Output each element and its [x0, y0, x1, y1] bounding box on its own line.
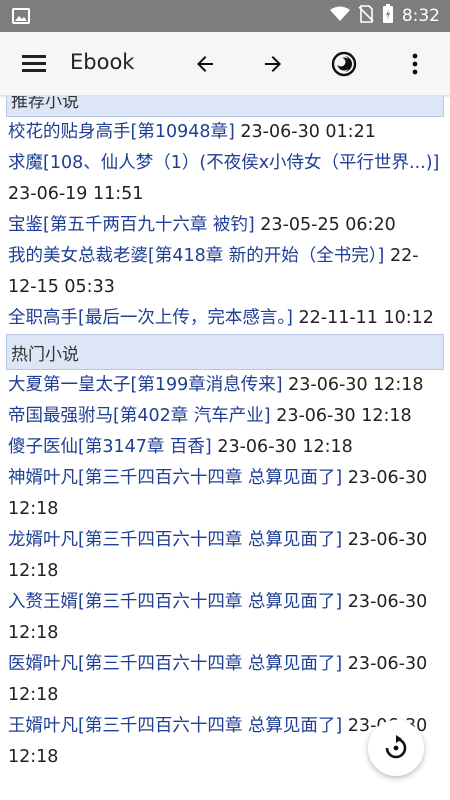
- update-time: 22-11-11 10:12: [298, 308, 434, 328]
- hamburger-icon[interactable]: [22, 53, 48, 75]
- book-title-link[interactable]: 宝鉴: [8, 215, 43, 235]
- battery-icon: [382, 4, 394, 28]
- list-item: 医婿叶凡[第三千四百六十四章 总算见面了] 23-06-30 12:18: [0, 649, 450, 711]
- list-item: 傻子医仙[第3147章 百香] 23-06-30 12:18: [0, 432, 450, 463]
- arrow-left-icon: [197, 56, 213, 72]
- book-title-link[interactable]: 全职高手: [8, 308, 78, 328]
- update-time: 23-06-30 01:21: [240, 122, 376, 142]
- back-button[interactable]: [189, 48, 221, 80]
- more-options-button[interactable]: [399, 48, 431, 80]
- list-item: 求魔[108、仙人梦（1）(不夜侯x小侍女（平行世界...)] 23-06-19…: [0, 148, 450, 210]
- status-time: 8:32: [401, 6, 440, 26]
- book-title-link[interactable]: 入赘王婿: [8, 592, 78, 612]
- list-item: 大夏第一皇太子[第199章消息传来] 23-06-30 12:18: [0, 370, 450, 401]
- app-title: Ebook: [70, 50, 135, 74]
- chapter-link[interactable]: [第三千四百六十四章 总算见面了]: [78, 530, 342, 550]
- status-bar: 8:32: [0, 0, 450, 32]
- update-time: 23-05-25 06:20: [260, 215, 396, 235]
- night-mode-icon: [331, 51, 357, 77]
- list-item: 校花的贴身高手[第10948章] 23-06-30 01:21: [0, 117, 450, 148]
- chapter-link[interactable]: [第402章 汽车产业]: [113, 406, 271, 426]
- more-vert-icon: [412, 53, 418, 75]
- chapter-link[interactable]: [第418章 新的开始（全书完）]: [148, 246, 384, 266]
- list-item: 神婿叶凡[第三千四百六十四章 总算见面了] 23-06-30 12:18: [0, 463, 450, 525]
- app-bar: Ebook: [0, 32, 450, 96]
- list-item: 龙婿叶凡[第三千四百六十四章 总算见面了] 23-06-30 12:18: [0, 525, 450, 587]
- chapter-link[interactable]: [第三千四百六十四章 总算见面了]: [78, 468, 342, 488]
- chapter-link[interactable]: [第五千两百九十六章 被钓]: [43, 215, 255, 235]
- no-sim-icon: [358, 5, 374, 27]
- refresh-fab[interactable]: [368, 720, 424, 776]
- chapter-link[interactable]: [第三千四百六十四章 总算见面了]: [78, 654, 342, 674]
- arrow-right-icon: [265, 56, 281, 72]
- update-time: 23-06-19 11:51: [8, 184, 144, 204]
- list-item: 宝鉴[第五千两百九十六章 被钓] 23-05-25 06:20: [0, 210, 450, 241]
- refresh-icon: [385, 735, 407, 759]
- update-time: 23-06-30 12:18: [288, 375, 424, 395]
- list-item: 我的美女总裁老婆[第418章 新的开始（全书完）] 22-12-15 05:33: [0, 241, 450, 303]
- book-title-link[interactable]: 医婿叶凡: [8, 654, 78, 674]
- picture-notification-icon: [12, 8, 30, 28]
- chapter-link[interactable]: [108、仙人梦（1）(不夜侯x小侍女（平行世界...)]: [43, 153, 439, 173]
- chapter-link[interactable]: [第3147章 百香]: [78, 437, 212, 457]
- book-title-link[interactable]: 龙婿叶凡: [8, 530, 78, 550]
- section-header: 热门小说: [6, 334, 444, 370]
- section-header: 推荐小说: [6, 96, 444, 117]
- chapter-link[interactable]: [第199章消息传来]: [131, 375, 283, 395]
- book-title-link[interactable]: 我的美女总裁老婆: [8, 246, 148, 266]
- chapter-link[interactable]: [第10948章]: [131, 122, 235, 142]
- wifi-icon: [329, 6, 350, 26]
- update-time: 23-06-30 12:18: [276, 406, 412, 426]
- list-item: 全职高手[最后一次上传，完本感言。] 22-11-11 10:12: [0, 303, 450, 334]
- update-time: 23-06-30 12:18: [217, 437, 353, 457]
- chapter-link[interactable]: [最后一次上传，完本感言。]: [78, 308, 293, 328]
- book-title-link[interactable]: 大夏第一皇太子: [8, 375, 131, 395]
- night-mode-button[interactable]: [328, 48, 360, 80]
- list-item: 入赘王婿[第三千四百六十四章 总算见面了] 23-06-30 12:18: [0, 587, 450, 649]
- book-title-link[interactable]: 王婿叶凡: [8, 716, 78, 736]
- book-title-link[interactable]: 傻子医仙: [8, 437, 78, 457]
- book-title-link[interactable]: 校花的贴身高手: [8, 122, 131, 142]
- list-item: 帝国最强驸马[第402章 汽车产业] 23-06-30 12:18: [0, 401, 450, 432]
- chapter-link[interactable]: [第三千四百六十四章 总算见面了]: [78, 592, 342, 612]
- forward-button[interactable]: [257, 48, 289, 80]
- book-title-link[interactable]: 帝国最强驸马: [8, 406, 113, 426]
- book-title-link[interactable]: 神婿叶凡: [8, 468, 78, 488]
- chapter-link[interactable]: [第三千四百六十四章 总算见面了]: [78, 716, 342, 736]
- book-title-link[interactable]: 求魔: [8, 153, 43, 173]
- book-list[interactable]: 推荐小说 校花的贴身高手[第10948章] 23-06-30 01:21 求魔[10…: [0, 96, 450, 800]
